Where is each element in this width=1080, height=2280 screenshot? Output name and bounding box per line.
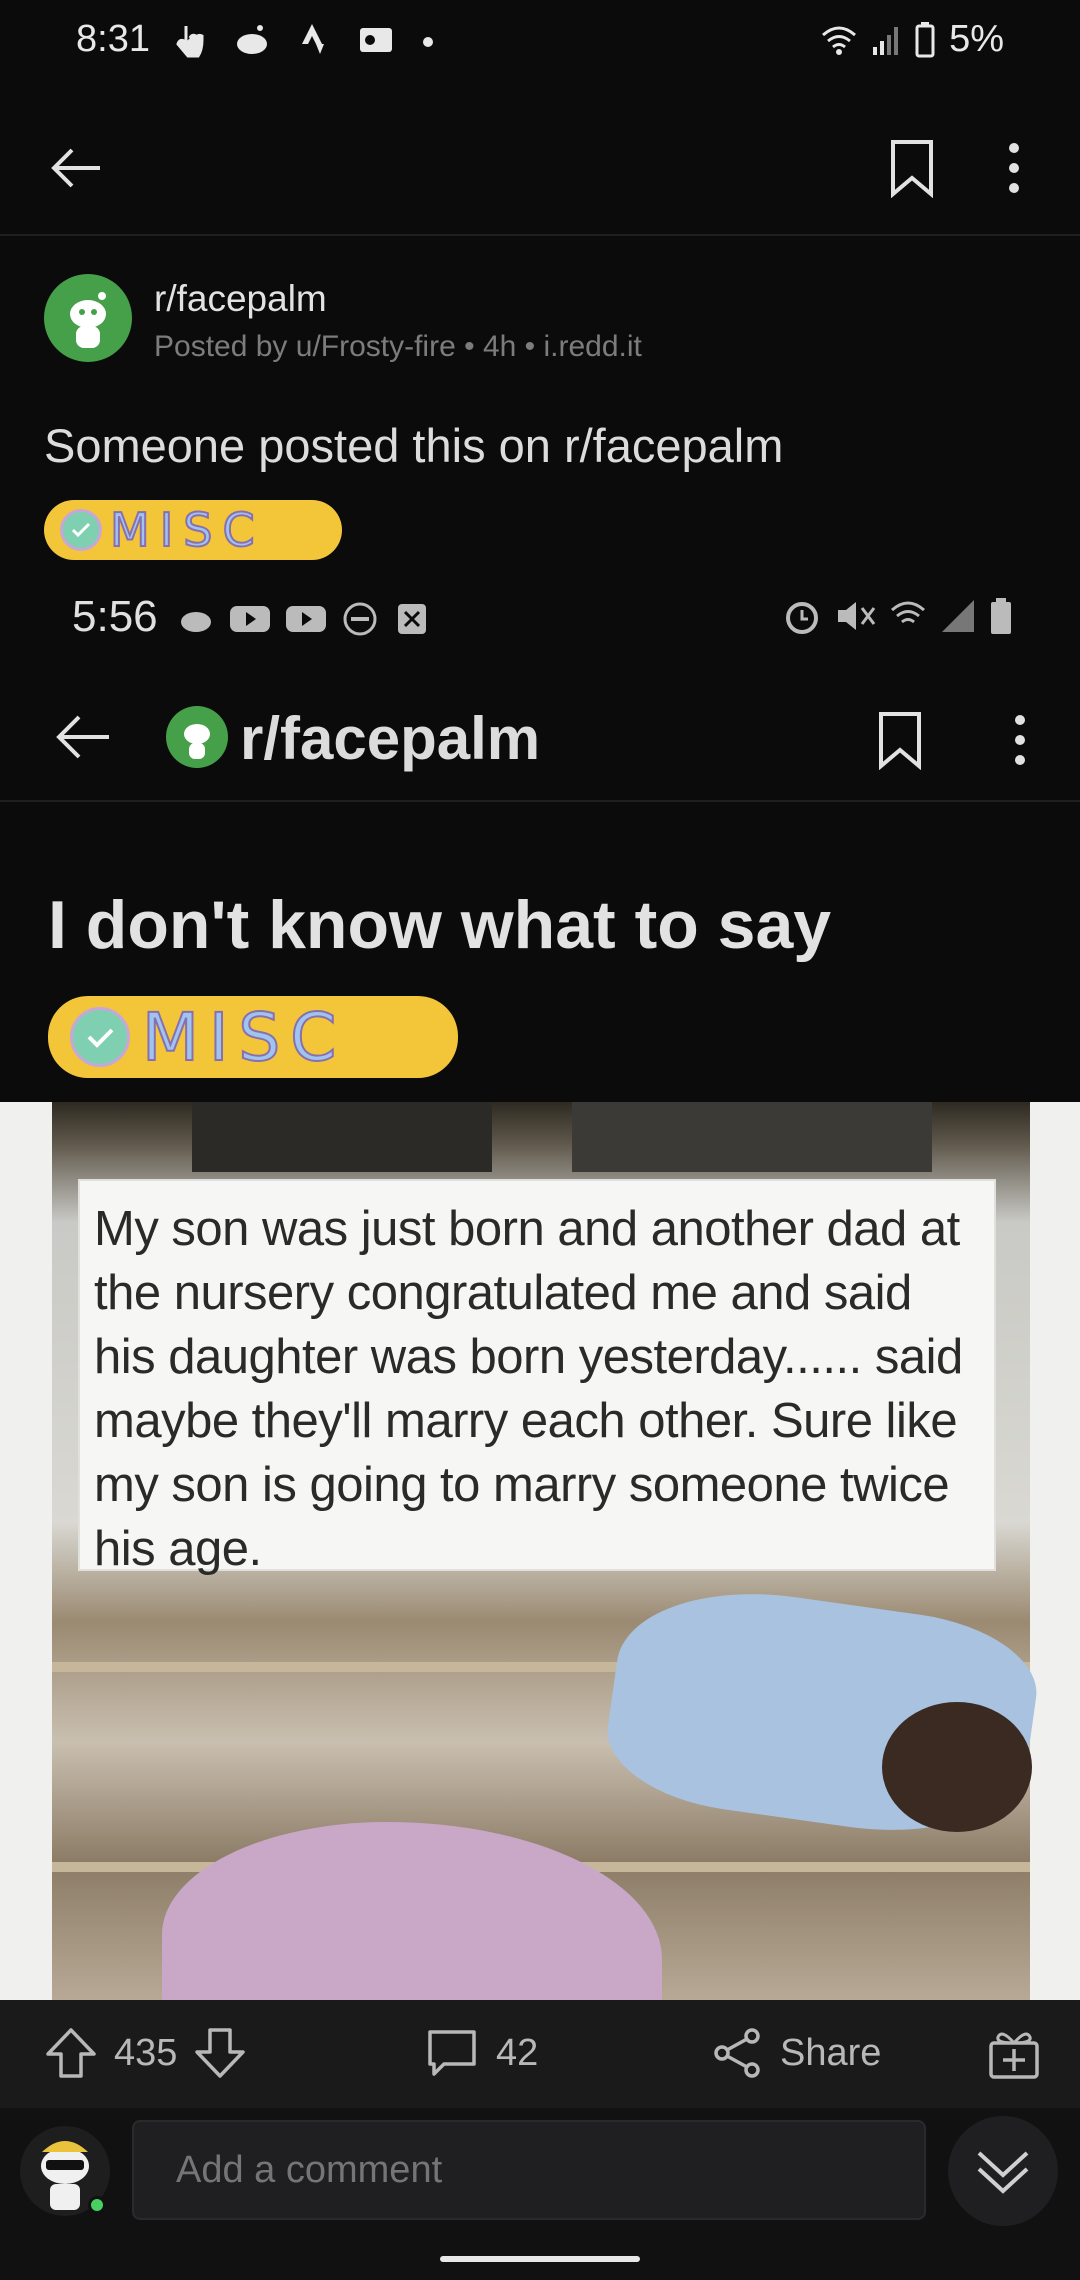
meme-caption-box: My son was just born and another dad at … (78, 1179, 996, 1576)
wifi-icon (822, 26, 857, 55)
snoo-icon (184, 724, 210, 759)
subreddit-name[interactable]: r/facepalm (154, 278, 327, 320)
strava-icon (302, 24, 324, 54)
embed-flair: MISC (48, 996, 458, 1078)
reddit-icon (237, 25, 267, 54)
post-action-bar: 435 42 Share (0, 2000, 1080, 2108)
check-icon (60, 509, 102, 551)
check-icon (70, 1007, 130, 1067)
snoo-icon (70, 292, 106, 348)
home-indicator[interactable] (440, 2256, 640, 2262)
photo-window (572, 1102, 932, 1172)
embed-flair-label: MISC (141, 998, 347, 1077)
photo-window (192, 1102, 492, 1172)
vote-group: 435 (44, 2026, 247, 2080)
youtube-icon-2 (286, 606, 326, 632)
back-arrow-icon (51, 148, 100, 188)
alarm-icon (786, 602, 818, 634)
upvote-icon[interactable] (44, 2026, 98, 2080)
share-button[interactable]: Share (710, 2026, 881, 2080)
embed-post-title: I don't know what to say (48, 887, 832, 963)
subreddit-avatar[interactable] (44, 274, 132, 362)
baby-head (882, 1702, 1032, 1832)
award-button[interactable] (984, 2024, 1044, 2084)
youtube-icon (230, 606, 270, 632)
comment-icon (428, 2030, 476, 2076)
mute-icon (838, 602, 876, 630)
no-signal-icon (942, 600, 974, 632)
embed-subreddit-avatar (166, 706, 228, 768)
close-box-icon (398, 604, 426, 634)
battery-icon-2 (991, 598, 1011, 634)
embed-divider (0, 800, 1080, 802)
share-icon (714, 2028, 760, 2078)
vote-count: 435 (114, 2031, 178, 2074)
signal-icon (873, 26, 899, 55)
embed-more (990, 700, 1050, 780)
save-button[interactable] (872, 128, 952, 208)
status-right: 5% (821, 18, 1004, 61)
battery-percent: 5% (949, 18, 1004, 60)
embed-bookmark (860, 700, 940, 780)
dot-icon (423, 37, 433, 47)
notification-icons (170, 20, 438, 60)
online-indicator (88, 2196, 106, 2214)
comment-input[interactable] (132, 2120, 926, 2220)
flair-label: MISC (109, 502, 265, 558)
comments-button[interactable]: 42 (424, 2026, 538, 2080)
embed-status-time: 5:56 (72, 592, 158, 641)
more-vert-icon (1009, 143, 1019, 193)
embed-status-icons (176, 600, 432, 636)
embed-subreddit-name: r/facepalm (240, 705, 541, 772)
meme-image[interactable]: My son was just born and another dad at … (0, 1102, 1080, 2000)
touch-icon (176, 26, 204, 58)
reddit-icon (181, 612, 211, 632)
downvote-icon[interactable] (193, 2026, 247, 2080)
outlook-icon (360, 28, 392, 52)
battery-icon (915, 21, 935, 57)
meme-caption: My son was just born and another dad at … (94, 1202, 963, 1576)
bookmark-icon (879, 712, 921, 770)
back-button[interactable] (36, 128, 116, 208)
post-title: Someone posted this on r/facepalm (44, 419, 784, 472)
collapse-icon (977, 2151, 1029, 2194)
embed-back-button (40, 694, 126, 780)
back-arrow-icon (56, 715, 109, 759)
more-vert-icon (1015, 715, 1025, 765)
more-options-button[interactable] (984, 128, 1044, 208)
baby-girl (162, 1822, 662, 2000)
bookmark-icon (891, 140, 933, 198)
wifi-icon-2 (891, 601, 925, 624)
collapse-button[interactable] (948, 2116, 1058, 2226)
share-label: Share (780, 2031, 882, 2074)
post-flair[interactable]: MISC (44, 500, 342, 560)
dnd-icon (343, 602, 377, 636)
status-bar: 8:31 5% (0, 0, 1080, 84)
status-time: 8:31 (76, 18, 150, 60)
comment-count: 42 (496, 2031, 539, 2074)
embed-status-right (780, 596, 1014, 636)
top-nav (0, 100, 1080, 236)
post-meta[interactable]: Posted by u/Frosty-fire • 4h • i.redd.it (154, 330, 642, 364)
award-icon (989, 2032, 1039, 2079)
